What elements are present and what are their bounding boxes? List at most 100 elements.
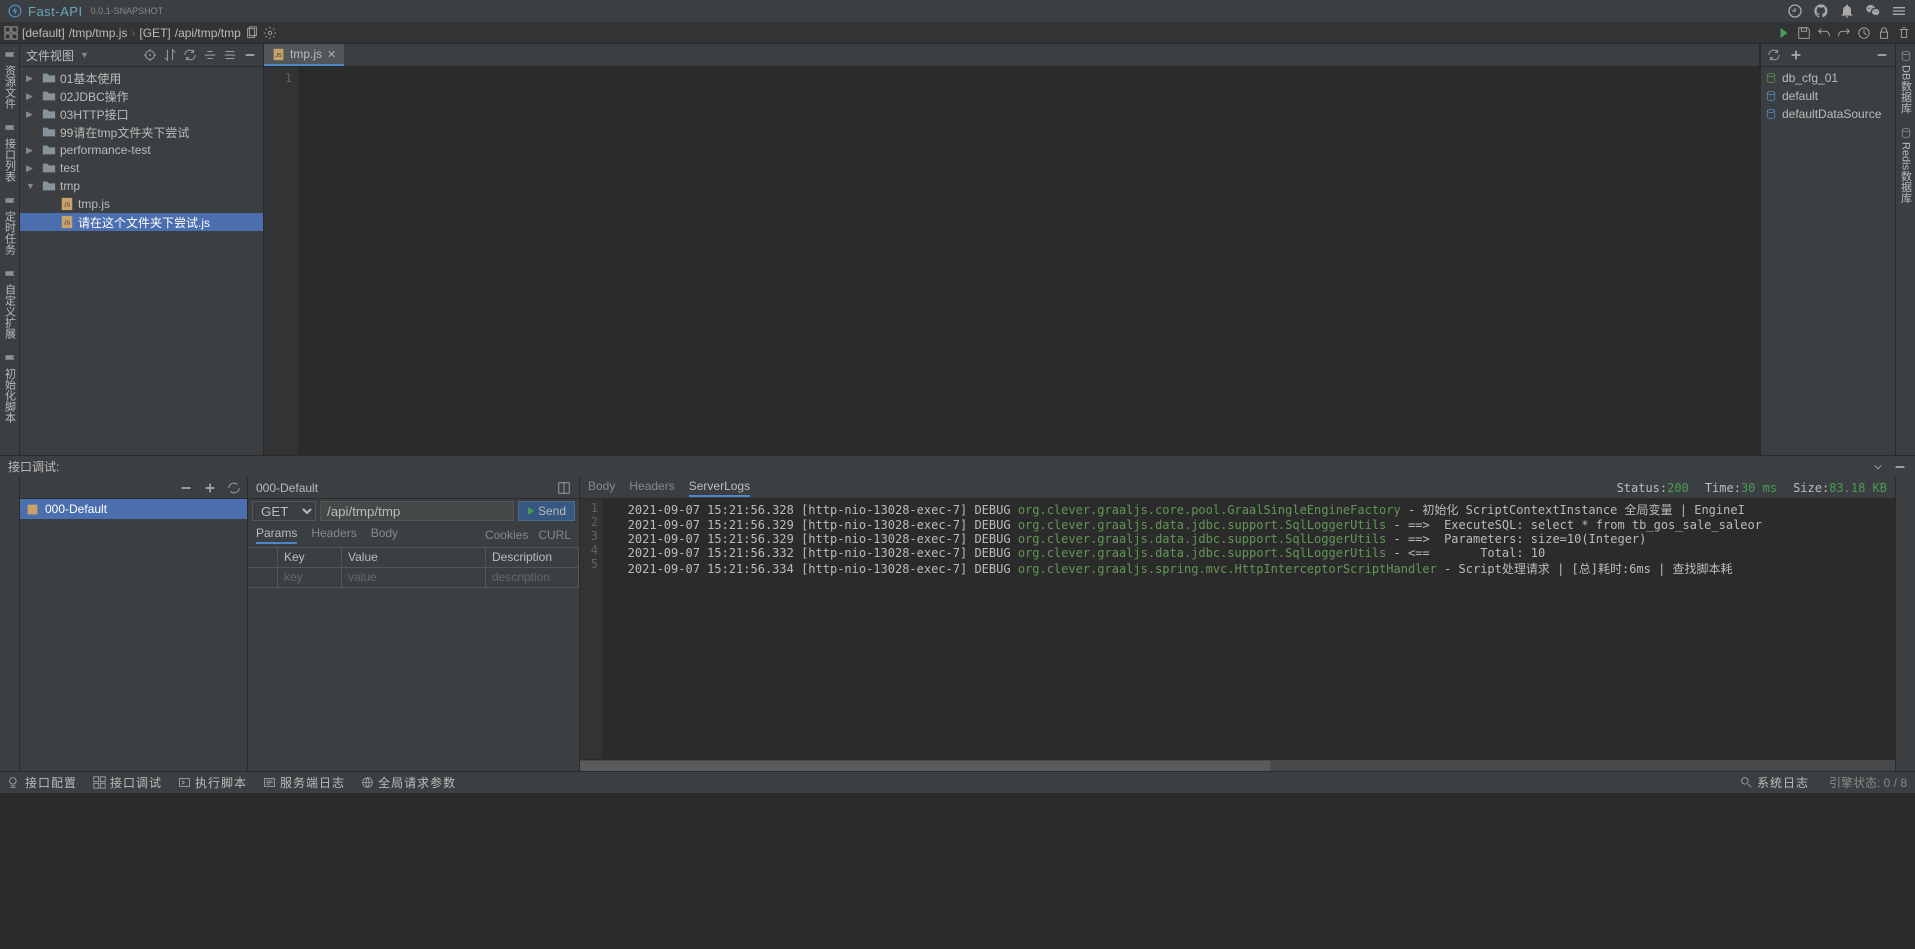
file-panel: 文件视图 ▼ ▶01基本使用▶02JDBC操作▶03HTTP接口99请在tmp文… [20,44,264,455]
debug-title: 接口调试: [8,458,59,475]
params-panel: 000-Default GET Send ParamsHeadersBody C… [248,477,580,771]
h-scrollbar[interactable] [580,759,1895,771]
minus-icon[interactable] [1875,48,1889,62]
log-content[interactable]: 12345 2021-09-07 15:21:56.328 [http-nio-… [580,499,1895,759]
footer-tab[interactable]: 全局请求参数 [361,774,456,791]
crumb-path[interactable]: /tmp/tmp.js [69,26,128,40]
chevron-down-icon[interactable] [1871,460,1885,474]
menu-icon[interactable] [1891,3,1907,19]
minus-icon[interactable] [243,48,257,62]
tree-folder[interactable]: ▶test [20,159,263,177]
method-select[interactable]: GET [252,501,316,521]
tree-file[interactable]: JS请在这个文件夹下尝试.js [20,213,263,231]
gear-icon[interactable] [263,26,277,40]
lock-icon[interactable] [1877,26,1891,40]
panels-icon[interactable] [4,26,18,40]
tree-folder[interactable]: ▶02JDBC操作 [20,87,263,105]
tree-folder[interactable]: ▼tmp [20,177,263,195]
th-value: Value [342,548,486,568]
refresh-icon[interactable] [227,481,241,495]
plus-icon[interactable] [203,481,217,495]
sidebar-tab[interactable]: 初始化脚本 [2,353,18,423]
tree-file[interactable]: JStmp.js [20,195,263,213]
db-toolbar [1761,44,1895,67]
wechat-icon[interactable] [1865,3,1881,19]
sort-icon[interactable] [163,48,177,62]
refresh-icon[interactable] [1767,48,1781,62]
tree-folder[interactable]: 99请在tmp文件夹下尝试 [20,123,263,141]
th-checkbox [248,548,278,568]
input-desc[interactable]: description [486,568,579,588]
sidebar-tab[interactable]: 接口列表 [2,123,18,182]
row-checkbox[interactable] [248,568,278,588]
refresh-icon[interactable] [183,48,197,62]
crumb-default[interactable]: [default] [22,26,65,40]
editor-tabs: JS tmp.js ✕ [264,44,1759,67]
redo-icon[interactable] [1837,26,1851,40]
log-tab[interactable]: Body [588,479,615,497]
tree-folder[interactable]: ▶01基本使用 [20,69,263,87]
tree-folder[interactable]: ▶03HTTP接口 [20,105,263,123]
send-button[interactable]: Send [518,501,575,521]
sidebar-tab[interactable]: Redis数据库 [1898,127,1914,203]
editor-body[interactable]: 1 [264,67,1759,455]
db-item[interactable]: defaultDataSource [1761,105,1895,123]
plus-icon[interactable] [1789,48,1803,62]
db-list: db_cfg_01defaultdefaultDataSource [1761,67,1895,125]
chevron-down-icon[interactable]: ▼ [80,50,89,60]
tree-folder[interactable]: ▶performance-test [20,141,263,159]
file-tree[interactable]: ▶01基本使用▶02JDBC操作▶03HTTP接口99请在tmp文件夹下尝试▶p… [20,67,263,455]
param-tab[interactable]: CURL [538,528,571,542]
log-tab[interactable]: ServerLogs [689,479,750,497]
footer-tab[interactable]: 接口配置 [8,774,77,791]
collapse-icon[interactable] [223,48,237,62]
panel-toggle-icon[interactable] [557,481,571,495]
copy-icon[interactable] [245,26,259,40]
expand-icon[interactable] [203,48,217,62]
footer-tab[interactable]: 接口调试 [93,774,162,791]
db-item[interactable]: db_cfg_01 [1761,69,1895,87]
sidebar-tab[interactable]: DB数据库 [1898,50,1914,113]
path-input[interactable] [320,501,514,521]
run-icon[interactable] [1777,26,1791,40]
crumb-method[interactable]: [GET] [139,26,170,40]
github-icon[interactable] [1813,3,1829,19]
footer-syslog[interactable]: 系统日志 [1740,774,1809,791]
navbar: [default] /tmp/tmp.js › [GET] /api/tmp/t… [0,22,1915,44]
sidebar-tab[interactable]: 定时任务 [2,196,18,255]
main-area: 资源文件接口列表定时任务自定义扩展初始化脚本 文件视图 ▼ ▶01基本使用▶02… [0,44,1915,455]
editor-tab-tmp[interactable]: JS tmp.js ✕ [264,44,344,66]
log-tab[interactable]: Headers [629,479,674,497]
minus-icon[interactable] [1893,460,1907,474]
param-table: Key Value Description key value descript… [248,547,579,588]
request-toolbar [20,477,247,499]
crumb-api[interactable]: /api/tmp/tmp [175,26,241,40]
param-tab[interactable]: Cookies [485,528,528,542]
footer-tab[interactable]: 执行脚本 [178,774,247,791]
undo-icon[interactable] [1817,26,1831,40]
request-item[interactable]: 000-Default [20,499,247,519]
input-value[interactable]: value [342,568,486,588]
close-icon[interactable]: ✕ [327,48,336,61]
param-tab[interactable]: Params [256,526,297,544]
input-key[interactable]: key [278,568,342,588]
param-tab[interactable]: Body [371,526,398,544]
request-list-panel: 000-Default [20,477,248,771]
scrollbar-handle[interactable] [580,761,1270,771]
save-icon[interactable] [1797,26,1811,40]
sidebar-tab[interactable]: 自定义扩展 [2,269,18,339]
sync-icon[interactable] [1787,3,1803,19]
param-tab[interactable]: Headers [311,526,356,544]
bolt-icon [8,4,22,18]
th-key: Key [278,548,342,568]
search-icon [1740,776,1753,789]
locate-icon[interactable] [143,48,157,62]
minus-icon[interactable] [179,481,193,495]
bell-icon[interactable] [1839,3,1855,19]
history-icon[interactable] [1857,26,1871,40]
editor-content[interactable] [299,67,1759,455]
trash-icon[interactable] [1897,26,1911,40]
footer-tab[interactable]: 服务端日志 [263,774,345,791]
db-item[interactable]: default [1761,87,1895,105]
sidebar-tab[interactable]: 资源文件 [2,50,18,109]
